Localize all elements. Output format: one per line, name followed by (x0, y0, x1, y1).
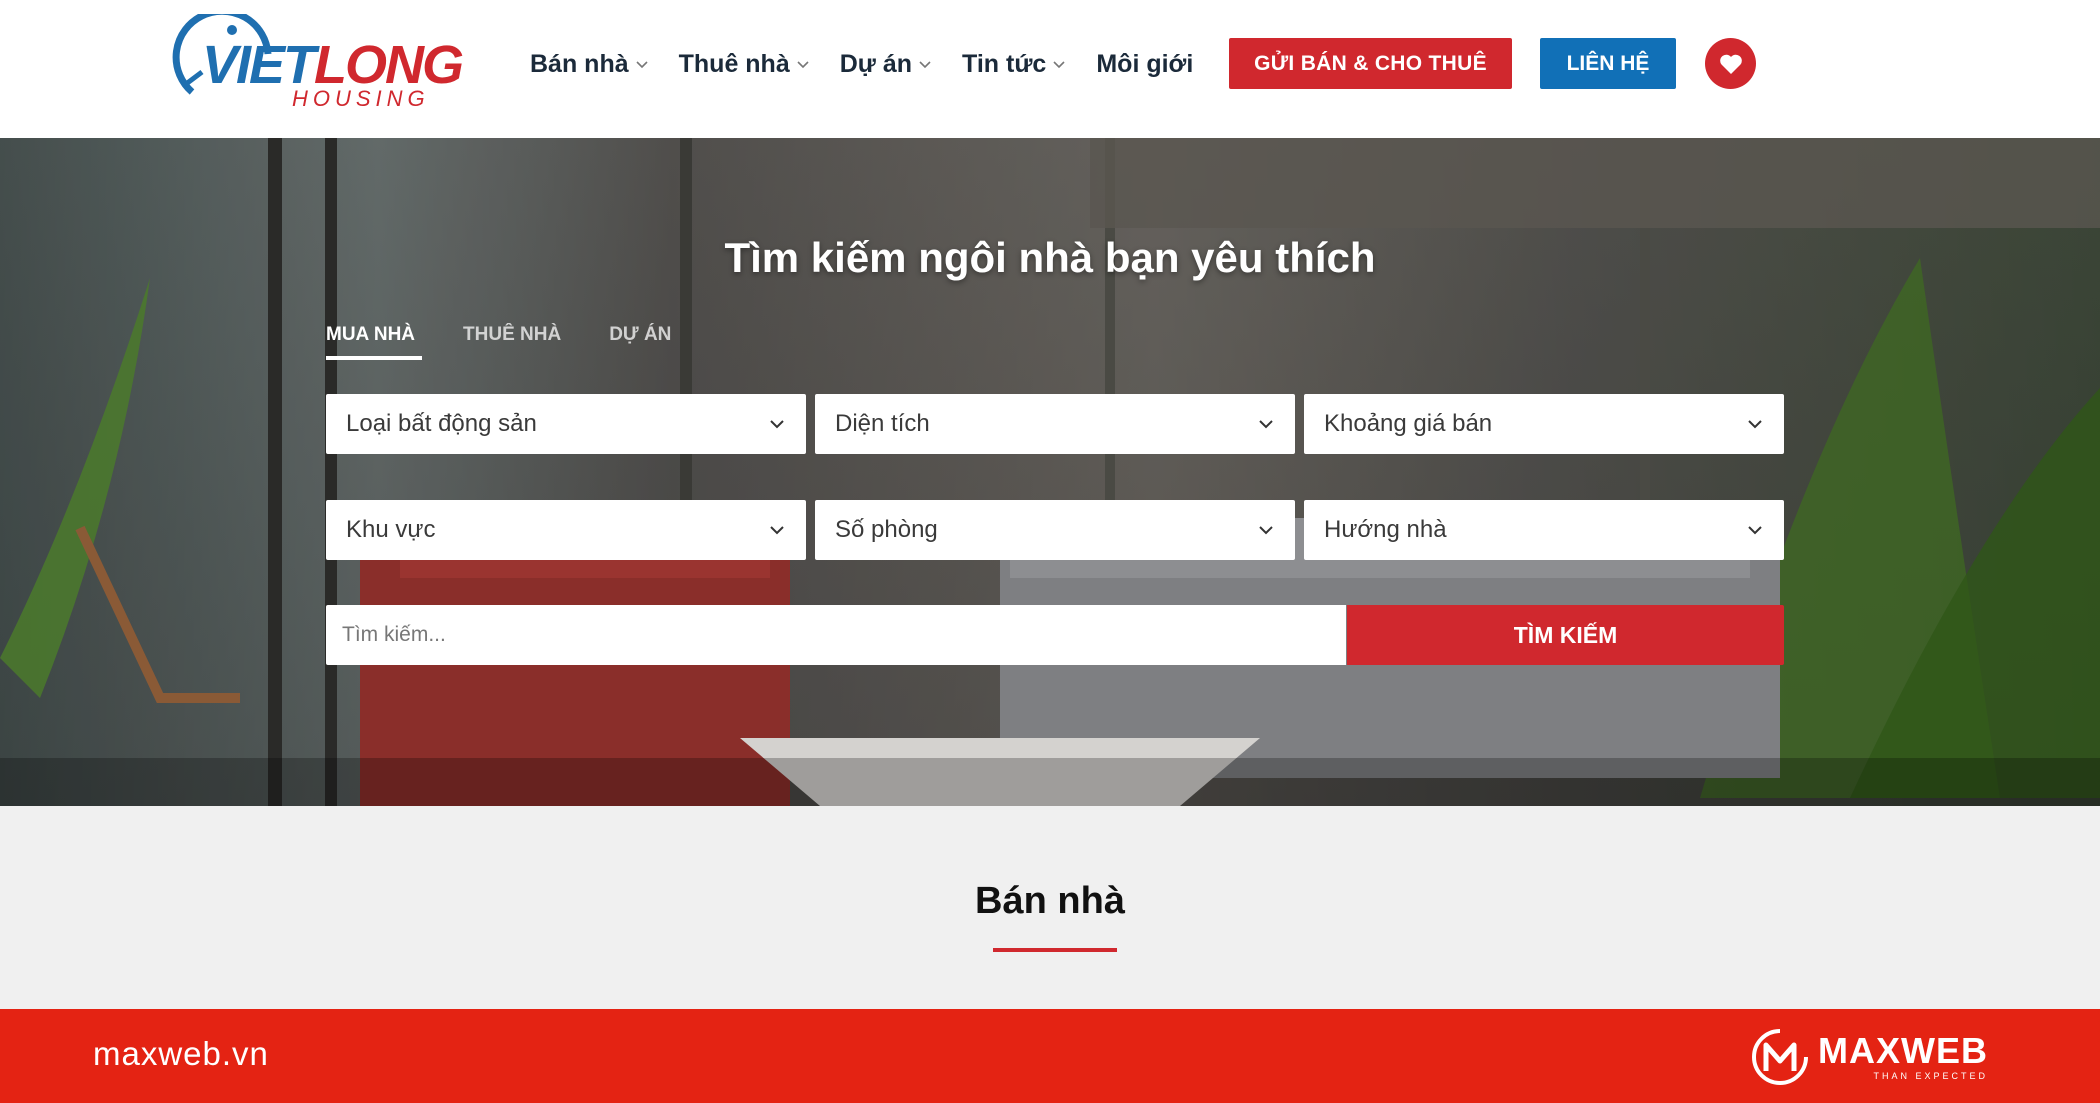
price-range-select[interactable]: Khoảng giá bán (1304, 394, 1784, 454)
chevron-down-icon (919, 61, 931, 69)
heart-icon (1719, 54, 1742, 74)
brand-tagline: THAN EXPECTED (1873, 1071, 1988, 1081)
tab-du-an[interactable]: DỰ ÁN (609, 324, 671, 360)
select-label: Số phòng (835, 516, 938, 543)
brand-name: MAXWEB (1818, 1030, 1988, 1071)
nav-item-du-an[interactable]: Dự án (840, 44, 932, 84)
nav-label: Môi giới (1096, 49, 1194, 78)
tab-thue-nha[interactable]: THUÊ NHÀ (463, 324, 561, 360)
section-title-underline (993, 948, 1117, 952)
nav-item-ban-nha[interactable]: Bán nhà (530, 44, 649, 84)
search-button[interactable]: TÌM KIẾM (1347, 605, 1784, 665)
nav-label: Tin tức (962, 49, 1047, 78)
select-label: Khoảng giá bán (1324, 410, 1493, 437)
nav-item-moi-gioi[interactable]: Môi giới (1096, 44, 1193, 84)
select-label: Hướng nhà (1324, 516, 1447, 543)
nav-label: Bán nhà (530, 49, 629, 78)
property-type-select[interactable]: Loại bất động sản (326, 394, 806, 454)
search-input[interactable] (326, 605, 1346, 665)
section-title: Bán nhà (975, 880, 1125, 922)
hero-banner: Tìm kiếm ngôi nhà bạn yêu thích MUA NHÀ … (0, 138, 2100, 806)
site-logo[interactable]: VIETLONG HOUSING (172, 14, 464, 114)
logo-wordmark: VIETLONG (202, 35, 464, 95)
region-select[interactable]: Khu vực (326, 500, 806, 560)
nav-label: Thuê nhà (678, 49, 790, 78)
select-label: Khu vực (346, 516, 436, 543)
chevron-down-icon (770, 526, 784, 535)
chevron-down-icon (1748, 420, 1762, 429)
maxweb-logo: MAXWEB THAN EXPECTED (1748, 1027, 1988, 1087)
hero-title: Tìm kiếm ngôi nhà bạn yêu thích (724, 234, 1376, 281)
chevron-down-icon (797, 61, 809, 69)
footer-site-link[interactable]: maxweb.vn (93, 1035, 269, 1073)
submit-listing-button[interactable]: GỬI BÁN & CHO THUÊ (1229, 38, 1512, 89)
chevron-down-icon (770, 420, 784, 429)
site-header: VIETLONG HOUSING Bán nhà Thuê nhà Dự án … (0, 0, 2100, 138)
search-tabs: MUA NHÀ THUÊ NHÀ DỰ ÁN (326, 324, 719, 360)
nav-item-thue-nha[interactable]: Thuê nhà (679, 44, 810, 84)
direction-select[interactable]: Hướng nhà (1304, 500, 1784, 560)
area-select[interactable]: Diện tích (815, 394, 1295, 454)
maxweb-mark-icon (1752, 1029, 1808, 1085)
select-label: Diện tích (835, 410, 930, 437)
main-nav: Bán nhà Thuê nhà Dự án Tin tức Môi giới (530, 44, 1223, 84)
chevron-down-icon (1259, 420, 1273, 429)
logo-subtitle: HOUSING (292, 86, 430, 111)
contact-button[interactable]: LIÊN HỆ (1540, 38, 1676, 89)
footer-bar: maxweb.vn MAXWEB THAN EXPECTED (0, 1009, 2100, 1103)
chevron-down-icon (1259, 526, 1273, 535)
nav-label: Dự án (839, 49, 913, 78)
favorites-button[interactable] (1705, 38, 1756, 89)
rooms-select[interactable]: Số phòng (815, 500, 1295, 560)
nav-item-tin-tuc[interactable]: Tin tức (962, 44, 1066, 84)
chevron-down-icon (636, 61, 648, 69)
select-label: Loại bất động sản (346, 410, 537, 437)
chevron-down-icon (1053, 61, 1065, 69)
chevron-down-icon (1748, 526, 1762, 535)
tab-mua-nha[interactable]: MUA NHÀ (326, 324, 423, 360)
